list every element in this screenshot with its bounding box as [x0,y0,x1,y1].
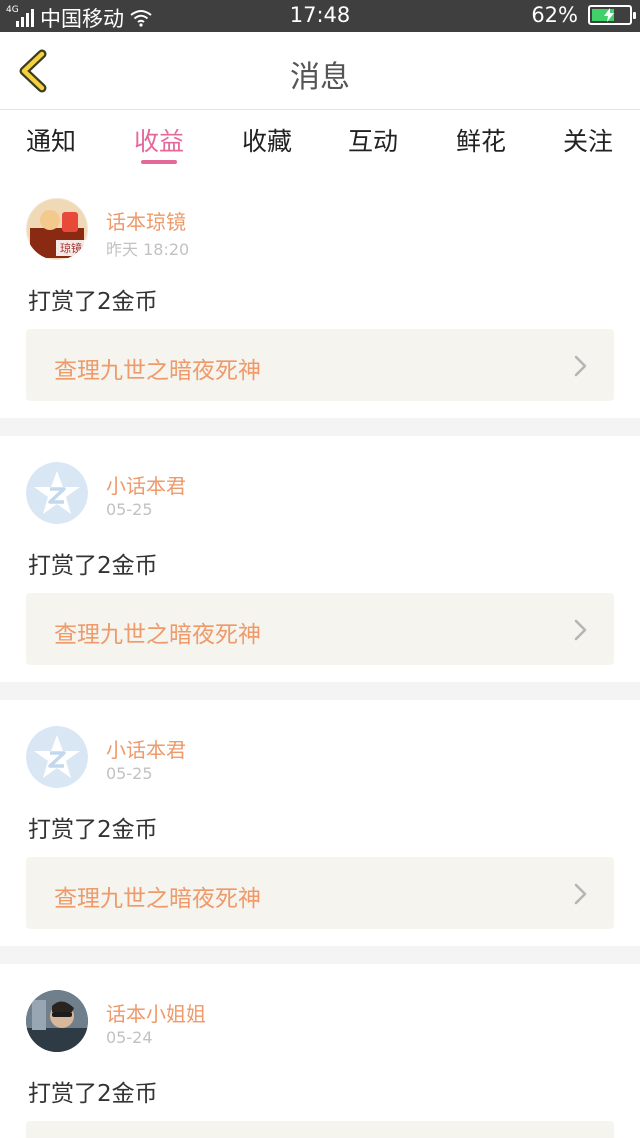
message-text: 打赏了2金币 [28,289,158,315]
avatar-badge-text: 琼镜 [60,241,82,255]
story-title: 查理九世之暗夜死神 [54,886,261,912]
avatar[interactable]: 琼镜 [26,198,88,260]
story-title: 查理九世之暗夜死神 [54,358,261,384]
message-card: 琼镜 话本琼镜 昨天 18:20 打赏了2金币 查理九世之暗夜死神 [0,172,640,418]
active-tab-indicator [141,160,177,164]
tab-earnings[interactable]: 收益 [119,122,199,158]
user-avatar-image [26,990,88,1052]
story-link[interactable]: 查理九世之暗夜死神 [26,329,614,401]
message-text: 打赏了2金币 [28,553,158,579]
timestamp: 05-24 [106,1028,153,1047]
tab-flowers[interactable]: 鲜花 [441,122,521,158]
story-title: 查理九世之暗夜死神 [54,622,261,648]
tab-interactions[interactable]: 互动 [333,122,413,158]
message-text: 打赏了2金币 [28,1081,158,1107]
chevron-right-icon [574,355,587,377]
battery-icon [588,5,636,25]
message-card: 话本小姐姐 05-24 打赏了2金币 [0,964,640,1138]
story-link[interactable]: 查理九世之暗夜死神 [26,857,614,929]
card-divider [0,682,640,700]
timestamp: 05-25 [106,500,153,519]
timestamp: 05-25 [106,764,153,783]
username[interactable]: 话本琼镜 [106,206,186,235]
card-divider [0,418,640,436]
tab-following[interactable]: 关注 [548,122,628,158]
status-bar: 4G 中国移动 17:48 62% [0,0,640,32]
battery-percent: 62% [531,3,578,27]
charging-bolt-icon [604,8,614,22]
tab-favorites[interactable]: 收藏 [227,122,307,158]
avatar[interactable] [26,990,88,1052]
chevron-right-icon [574,619,587,641]
default-avatar-icon [26,462,88,524]
chevron-right-icon [574,883,587,905]
tab-bar: 通知 收益 收藏 互动 鲜花 关注 [0,110,640,172]
story-link[interactable]: 查理九世之暗夜死神 [26,593,614,665]
message-card: 小话本君 05-25 打赏了2金币 查理九世之暗夜死神 [0,700,640,946]
card-divider [0,946,640,964]
user-avatar-image: 琼镜 [26,198,88,260]
avatar[interactable] [26,726,88,788]
tab-notifications[interactable]: 通知 [11,122,91,158]
timestamp: 昨天 18:20 [106,240,190,259]
username[interactable]: 话本小姐姐 [106,998,206,1027]
story-link[interactable] [26,1121,614,1138]
page-title: 消息 [290,60,350,95]
username[interactable]: 小话本君 [106,470,186,499]
nav-header: 消息 [0,32,640,110]
message-card: 小话本君 05-25 打赏了2金币 查理九世之暗夜死神 [0,436,640,682]
status-right: 62% [531,3,636,27]
default-avatar-icon [26,726,88,788]
username[interactable]: 小话本君 [106,734,186,763]
avatar[interactable] [26,462,88,524]
message-text: 打赏了2金币 [28,817,158,843]
